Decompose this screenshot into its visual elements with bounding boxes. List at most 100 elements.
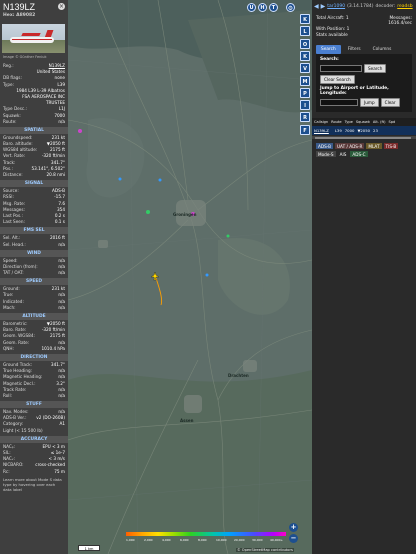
signal-row-value: 0.1 s: [54, 219, 65, 225]
altitude-tick-label: 20,000: [234, 538, 245, 542]
map-button-u[interactable]: U: [247, 3, 256, 12]
right-sidebar: ◀ ▶ tar1090 (3.14.1784) decoder: readsb …: [312, 0, 416, 554]
tab-columns[interactable]: Columns: [368, 45, 397, 54]
aircraft-photo[interactable]: [2, 24, 65, 53]
aircraft-info-panel: N139LZ Hex: A89082 × Image © Günther Fen…: [0, 0, 68, 554]
table-header: Callsign Route Type Squawk Alt. (ft) Spd: [312, 118, 416, 126]
direction-row-label: Roll:: [3, 392, 13, 398]
map-side-button-v[interactable]: V: [300, 63, 310, 74]
collapse-left-icon[interactable]: ◀: [314, 3, 319, 10]
section-direction-heading[interactable]: DIRECTION: [0, 353, 68, 361]
scrollbar-thumb[interactable]: [315, 136, 411, 139]
section-signal-heading[interactable]: SIGNAL: [0, 180, 68, 188]
map-side-button-o[interactable]: O: [300, 38, 310, 49]
source-badge: UAT / ADS-R: [334, 143, 365, 149]
table-row[interactable]: N139LZ L39 7000 ▼2050 23: [312, 126, 416, 135]
source-legend: ADS-B UAT / ADS-R MLAT TIS-B Mode-S AIS ADS-C: [312, 140, 416, 160]
clear-jump-button[interactable]: Clear: [380, 98, 400, 107]
decoder-label: decoder:: [375, 3, 396, 9]
speed-row-value: n/a: [58, 304, 65, 310]
direction-row: Roll: n/a: [0, 393, 68, 399]
fms-sel-row: Sel. Head.: n/a: [0, 242, 68, 248]
city-label-assen: Assen: [180, 418, 194, 423]
map-side-button-p[interactable]: P: [300, 87, 310, 98]
photo-stripe: [12, 39, 52, 40]
column-header[interactable]: Callsign: [314, 120, 328, 124]
clear-search-button[interactable]: Clear Search: [320, 75, 355, 84]
column-header[interactable]: Route: [331, 120, 341, 124]
source-badge: AIS: [337, 151, 349, 157]
spatial-row-label: Distance:: [3, 172, 23, 177]
speed-row: Mach: n/a: [0, 305, 68, 311]
map-side-button-k[interactable]: K: [300, 50, 310, 61]
map-button-h[interactable]: H: [258, 3, 267, 12]
altitude-tick-label: 10,000: [216, 538, 227, 542]
jump-input[interactable]: [320, 99, 358, 106]
source-badge: MLAT: [366, 143, 382, 149]
altitude-tick-label: 30,000: [252, 538, 263, 542]
table-cell: ▼2050: [357, 128, 371, 133]
field2-row-2-label: Route:: [3, 118, 17, 124]
map-attribution[interactable]: © OpenStreetMap contributors: [236, 548, 294, 552]
zoom-in-button[interactable]: +: [289, 523, 298, 532]
tab-filters[interactable]: Filters: [343, 45, 366, 54]
column-header[interactable]: Spd: [389, 120, 396, 124]
section-altitude-heading[interactable]: ALTITUDE: [0, 313, 68, 320]
messages-rate: 1616.4/sec: [388, 21, 412, 26]
field2-row-2-value: n/a: [58, 118, 65, 124]
column-header[interactable]: Type: [345, 120, 353, 124]
city-label-drachten: Drachten: [228, 373, 249, 378]
field2-row-2: Route: n/a: [0, 119, 68, 125]
collapse-right-icon[interactable]: ▶: [321, 3, 326, 10]
map-side-button-r[interactable]: R: [300, 112, 310, 123]
section-spatial-heading[interactable]: SPATIAL: [0, 126, 68, 134]
section-fms-sel-heading[interactable]: FMS SEL: [0, 227, 68, 235]
section-accuracy-heading[interactable]: ACCURACY: [0, 435, 68, 443]
search-input[interactable]: [320, 65, 362, 72]
search-button[interactable]: Search: [364, 64, 387, 73]
table-cell: 7000: [344, 128, 355, 133]
map-side-button-m[interactable]: M: [300, 75, 310, 86]
altitude-tick-label: 40,000+: [270, 538, 284, 542]
aircraft-stats: Total Aircraft: 1 Messages: 1616.4/sec: [312, 12, 416, 26]
sidebar-tabs: Search Filters Columns: [312, 40, 416, 54]
tab-search[interactable]: Search: [316, 45, 341, 54]
close-icon[interactable]: ×: [58, 3, 65, 10]
aircraft-fields: Reg.: N139LZ United States DB flags: none Typ…: [0, 63, 68, 88]
jump-label: Jump to Airport or Latitude, Longitude:: [320, 86, 389, 96]
altitude-row-label: QNH:: [3, 345, 14, 351]
map-side-button-k[interactable]: K: [300, 14, 310, 24]
altitude-row: QNH: 1010.4 hPa: [0, 346, 68, 352]
learn-more-text: Learn more about Mode S data type by hov…: [3, 476, 62, 492]
jump-button[interactable]: Jump: [360, 98, 379, 107]
decoder-status[interactable]: readsb: [397, 4, 412, 9]
section-speed-heading[interactable]: SPEED: [0, 278, 68, 286]
column-header[interactable]: Squawk: [356, 120, 370, 124]
settings-gear-icon[interactable]: ⚙: [286, 3, 295, 12]
direction-row-value: n/a: [58, 392, 65, 398]
map-button-t[interactable]: T: [269, 3, 278, 12]
tar1090-link[interactable]: tar1090: [327, 4, 345, 9]
altitude-tick-label: 8,000: [198, 538, 207, 542]
messages-block: Messages: 1616.4/sec: [388, 16, 412, 26]
source-badge: Mode-S: [316, 151, 336, 157]
fms-sel-row-label: Sel. Head.:: [3, 241, 26, 247]
wind-row-label: TAT / OAT:: [3, 270, 24, 276]
fms-sel-row-value: n/a: [58, 241, 65, 247]
zoom-out-button[interactable]: −: [289, 534, 298, 543]
section-wind-heading[interactable]: WIND: [0, 249, 68, 257]
source-badge: TIS-B: [383, 143, 399, 149]
map-canvas[interactable]: Groningen Assen Drachten U H T ⚙ KLOKVMP…: [68, 0, 312, 554]
sidebar-top-bar: ◀ ▶ tar1090 (3.14.1784) decoder: readsb: [312, 0, 416, 12]
photo-wing: [21, 33, 41, 36]
map-side-button-i[interactable]: I: [300, 100, 310, 111]
section-stuff-heading[interactable]: STUFF: [0, 401, 68, 409]
map-side-button-f[interactable]: F: [300, 124, 310, 135]
column-header[interactable]: Alt. (ft): [373, 120, 386, 124]
map-side-button-l[interactable]: L: [300, 26, 310, 37]
table-scrollbar[interactable]: [312, 136, 416, 139]
photo-credit: Image © Günther Feniuk: [3, 55, 47, 59]
altitude-tick-label: 6,000: [180, 538, 189, 542]
aircraft-hex: Hex: A89082: [3, 13, 36, 18]
search-label: Search:: [320, 57, 339, 62]
